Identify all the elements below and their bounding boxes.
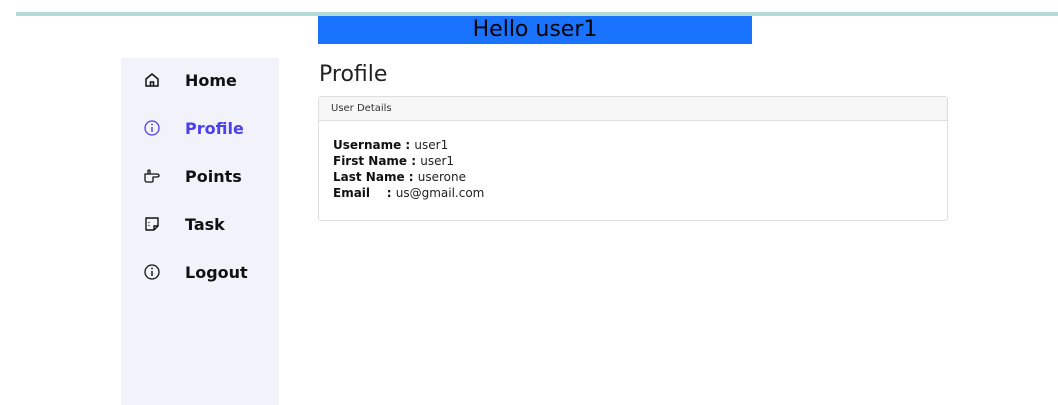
detail-value: us@gmail.com	[395, 186, 485, 200]
sidebar: Home Profile Points Task Logout	[121, 58, 279, 405]
sidebar-item-home[interactable]: Home	[121, 60, 279, 100]
page-title: Profile	[319, 62, 388, 87]
info-icon	[143, 119, 161, 137]
pointing-hand-icon	[143, 167, 161, 185]
sticky-note-icon	[143, 215, 161, 233]
detail-separator: :	[407, 154, 421, 168]
sidebar-item-task[interactable]: Task	[121, 204, 279, 244]
page: Hello user1 Home Profile Points Task Log…	[0, 0, 1058, 405]
sidebar-item-profile[interactable]: Profile	[121, 108, 279, 148]
detail-key: Email	[333, 186, 371, 200]
sidebar-item-points[interactable]: Points	[121, 156, 279, 196]
detail-separator: :	[404, 170, 418, 184]
sidebar-item-label: Points	[185, 166, 242, 186]
detail-key: Username	[333, 138, 402, 152]
home-icon	[143, 71, 161, 89]
detail-value: user1	[420, 154, 455, 168]
sidebar-item-label: Logout	[185, 262, 248, 282]
detail-key: First Name	[333, 154, 408, 168]
detail-row-username: Username : user1	[333, 137, 947, 153]
detail-key: Last Name	[333, 170, 405, 184]
detail-separator: :	[370, 186, 396, 200]
detail-separator: :	[401, 138, 415, 152]
sidebar-item-label: Home	[185, 70, 237, 90]
detail-row-first-name: First Name : user1	[333, 153, 947, 169]
user-details-card: User Details Username : user1 First Name…	[318, 96, 948, 221]
card-body: Username : user1 First Name : user1 Last…	[319, 121, 947, 201]
detail-row-last-name: Last Name : userone	[333, 169, 947, 185]
greeting-banner: Hello user1	[318, 16, 752, 44]
detail-value: userone	[417, 170, 466, 184]
detail-value: user1	[414, 138, 449, 152]
info-icon	[143, 263, 161, 281]
sidebar-item-label: Profile	[185, 118, 244, 138]
sidebar-item-logout[interactable]: Logout	[121, 252, 279, 292]
card-header: User Details	[319, 97, 947, 121]
detail-row-email: Email : us@gmail.com	[333, 185, 947, 201]
sidebar-item-label: Task	[185, 214, 225, 234]
